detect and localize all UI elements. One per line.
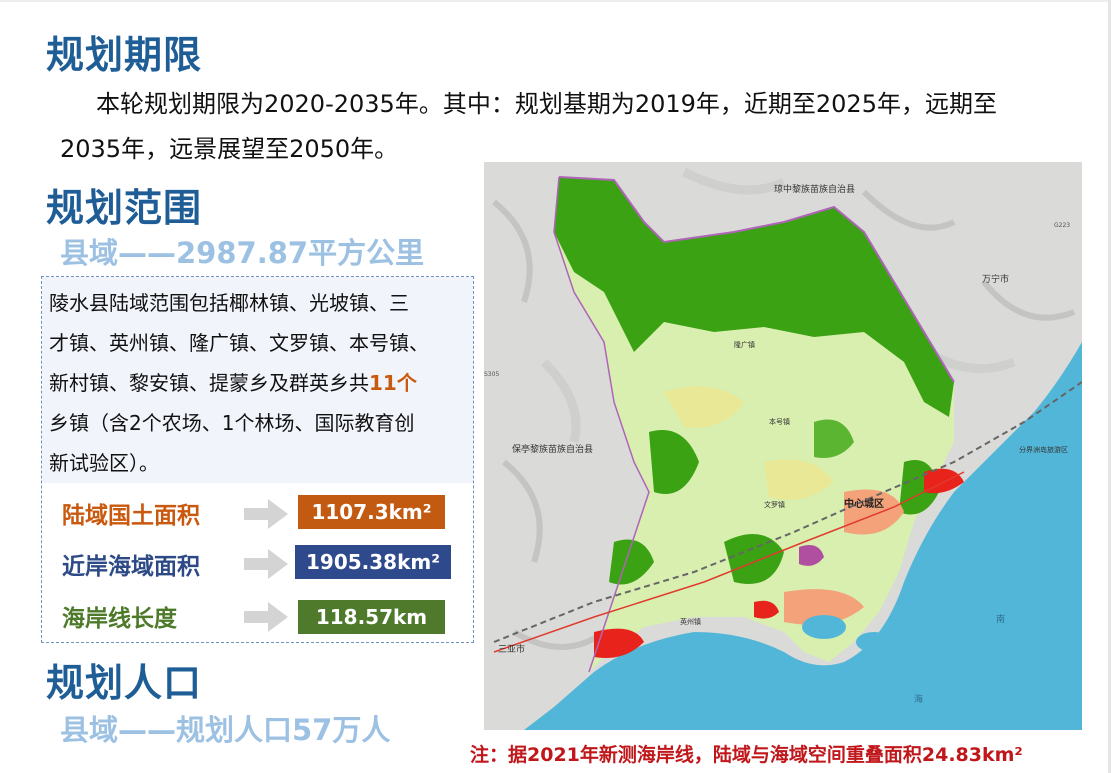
- township-count: 11个: [369, 371, 417, 395]
- label-qiongzhong: 琼中黎族苗族自治县: [774, 183, 855, 195]
- land-use-map: 琼中黎族苗族自治县 万宁市 保亭黎族苗族自治县 三亚市 中心城区 本号镇 隆广镇…: [484, 162, 1082, 730]
- label-baoting: 保亭黎族苗族自治县: [512, 443, 593, 455]
- label-benhao: 本号镇: [769, 417, 790, 426]
- scope-subheading: 县域——2987.87平方公里: [60, 236, 425, 270]
- sea-area-label: 近岸海域面积: [62, 554, 200, 580]
- period-heading: 规划期限: [46, 33, 203, 77]
- label-island: 分界洲岛旅游区: [1019, 445, 1068, 454]
- overlap-note: 注：据2021年新测海岸线，陆域与海域空间重叠面积24.83km²: [470, 744, 1023, 766]
- scope-heading: 规划范围: [46, 186, 203, 230]
- label-sea-2: 海: [914, 693, 923, 705]
- scope-line-3-text: 新村镇、黎安镇、提蒙乡及群英乡共: [49, 371, 369, 395]
- scope-line-3: 新村镇、黎安镇、提蒙乡及群英乡共11个: [49, 373, 417, 393]
- label-wanning: 万宁市: [982, 273, 1009, 285]
- scope-line-1: 陵水县陆域范围包括椰林镇、光坡镇、三: [49, 291, 409, 315]
- population-subheading: 县域——规划人口57万人: [60, 713, 391, 747]
- coastline-value: 118.57km: [298, 600, 445, 634]
- scope-line-2: 才镇、英州镇、隆广镇、文罗镇、本号镇、: [49, 331, 429, 355]
- label-road-s305: S305: [484, 371, 499, 378]
- land-area-label: 陆域国土面积: [62, 503, 200, 529]
- period-text-line2: 2035年，远景展望至2050年。: [60, 135, 399, 163]
- period-text-line1: 本轮规划期限为2020-2035年。其中：规划基期为2019年，近期至2025年…: [96, 90, 997, 118]
- label-wenluo: 文罗镇: [764, 500, 785, 509]
- arrow-right-icon: [244, 602, 288, 632]
- label-yingzhou: 英州镇: [680, 617, 701, 626]
- land-area-value: 1107.3km²: [298, 495, 445, 529]
- label-sanya: 三亚市: [498, 643, 525, 655]
- label-road-g223: G223: [1054, 222, 1070, 229]
- sea-area-value: 1905.38km²: [295, 545, 451, 579]
- label-sea-1: 南: [996, 613, 1005, 625]
- arrow-right-icon: [244, 499, 288, 529]
- top-edge: [0, 0, 1111, 2]
- arrow-right-icon: [244, 549, 288, 579]
- scope-line-4: 乡镇（含2个农场、1个林场、国际教育创: [49, 411, 415, 435]
- label-center: 中心城区: [844, 497, 884, 510]
- population-heading: 规划人口: [46, 661, 203, 705]
- label-longguang: 隆广镇: [734, 340, 755, 349]
- coastline-label: 海岸线长度: [62, 606, 177, 632]
- scope-line-5: 新试验区）。: [49, 451, 159, 475]
